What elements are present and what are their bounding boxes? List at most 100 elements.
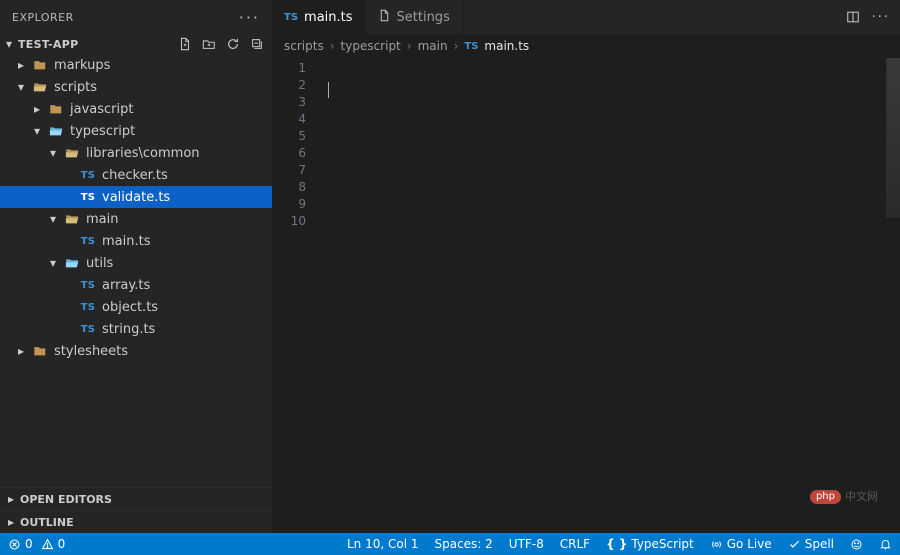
tree-folder[interactable]: ▾libraries\common bbox=[0, 142, 272, 164]
ts-icon: TS bbox=[80, 280, 96, 291]
status-bar: 0 0 Ln 10, Col 1 Spaces: 2 UTF-8 CRLF { … bbox=[0, 533, 900, 555]
errors-count: 0 bbox=[25, 537, 33, 551]
tree-item-label: markups bbox=[54, 58, 110, 73]
chevron-right-icon: ▸ bbox=[16, 58, 26, 72]
status-line-col[interactable]: Ln 10, Col 1 bbox=[339, 533, 427, 555]
tree-file[interactable]: TSchecker.ts bbox=[0, 164, 272, 186]
line-number: 5 bbox=[272, 128, 306, 145]
status-warnings[interactable]: 0 bbox=[41, 533, 74, 555]
tab-settings[interactable]: Settings bbox=[366, 0, 463, 34]
tab-main-ts[interactable]: TS main.ts bbox=[272, 0, 366, 34]
line-number: 1 bbox=[272, 60, 306, 77]
open-editors-panel[interactable]: ▸ OPEN EDITORS bbox=[0, 487, 272, 510]
chevron-right-icon: ▸ bbox=[6, 492, 16, 506]
tab-bar: TS main.ts Settings ··· bbox=[272, 0, 900, 34]
outline-panel[interactable]: ▸ OUTLINE bbox=[0, 510, 272, 533]
file-tree[interactable]: ▸ markups ▾ scripts ▸ javascript ▾typescript▾l… bbox=[0, 54, 272, 487]
tab-label: main.ts bbox=[304, 10, 352, 25]
status-spaces[interactable]: Spaces: 2 bbox=[426, 533, 500, 555]
line-number: 2 bbox=[272, 77, 306, 94]
status-encoding[interactable]: UTF-8 bbox=[501, 533, 552, 555]
warnings-count: 0 bbox=[58, 537, 66, 551]
explorer-title: EXPLORER bbox=[12, 11, 74, 24]
line-number: 8 bbox=[272, 179, 306, 196]
breadcrumb-part[interactable]: main bbox=[418, 39, 448, 53]
folder-open-icon bbox=[48, 124, 64, 138]
chevron-right-icon: › bbox=[407, 39, 412, 53]
collapse-all-icon[interactable] bbox=[250, 37, 264, 51]
tree-file[interactable]: TSstring.ts bbox=[0, 318, 272, 340]
new-folder-icon[interactable] bbox=[202, 37, 216, 51]
status-spell[interactable]: Spell bbox=[780, 533, 842, 555]
code-area[interactable]: 12345678910 php 中文网 bbox=[272, 58, 900, 533]
tree-file[interactable]: TS main.ts bbox=[0, 230, 272, 252]
line-number-gutter: 12345678910 bbox=[272, 58, 320, 533]
tree-item-label: javascript bbox=[70, 102, 133, 117]
ts-icon: TS bbox=[80, 324, 96, 335]
line-number: 10 bbox=[272, 213, 306, 230]
chevron-down-icon: ▾ bbox=[48, 146, 58, 160]
line-number: 4 bbox=[272, 111, 306, 128]
new-file-icon[interactable] bbox=[178, 37, 192, 51]
tree-folder[interactable]: ▾ main bbox=[0, 208, 272, 230]
tree-folder[interactable]: ▾utils bbox=[0, 252, 272, 274]
chevron-right-icon: ▸ bbox=[6, 515, 16, 529]
tree-item-label: validate.ts bbox=[102, 190, 170, 205]
open-editors-label: OPEN EDITORS bbox=[20, 493, 112, 506]
chevron-right-icon: › bbox=[330, 39, 335, 53]
tree-item-label: main.ts bbox=[102, 234, 150, 249]
status-errors[interactable]: 0 bbox=[0, 533, 41, 555]
chevron-down-icon: ▾ bbox=[4, 37, 14, 51]
tree-file[interactable]: TS array.ts bbox=[0, 274, 272, 296]
line-number: 7 bbox=[272, 162, 306, 179]
chevron-right-icon: › bbox=[454, 39, 459, 53]
status-bell-icon[interactable] bbox=[871, 533, 900, 555]
tree-folder[interactable]: ▸ markups bbox=[0, 54, 272, 76]
ts-icon: TS bbox=[80, 302, 96, 313]
status-go-live[interactable]: Go Live bbox=[702, 533, 780, 555]
chevron-right-icon: ▸ bbox=[16, 344, 26, 358]
tree-item-label: main bbox=[86, 212, 118, 227]
status-eol[interactable]: CRLF bbox=[552, 533, 598, 555]
tree-file[interactable]: TS validate.ts bbox=[0, 186, 272, 208]
breadcrumb-part[interactable]: typescript bbox=[341, 39, 401, 53]
tree-item-label: object.ts bbox=[102, 300, 158, 315]
editor-pane: TS main.ts Settings ··· scripts › typescri… bbox=[272, 0, 900, 533]
chevron-down-icon: ▾ bbox=[16, 80, 26, 94]
minimap[interactable] bbox=[886, 58, 900, 218]
tree-item-label: checker.ts bbox=[102, 168, 168, 183]
refresh-icon[interactable] bbox=[226, 37, 240, 51]
breadcrumb-file[interactable]: main.ts bbox=[484, 39, 529, 53]
ts-icon: TS bbox=[80, 192, 96, 203]
explorer-more-icon[interactable]: ··· bbox=[239, 8, 260, 27]
breadcrumb-part[interactable]: scripts bbox=[284, 39, 324, 53]
chevron-right-icon: ▸ bbox=[32, 102, 42, 116]
tree-item-label: stylesheets bbox=[54, 344, 128, 359]
tab-label: Settings bbox=[397, 10, 450, 25]
folder-open-icon bbox=[64, 146, 80, 160]
tree-folder[interactable]: ▾typescript bbox=[0, 120, 272, 142]
split-editor-icon[interactable] bbox=[846, 10, 860, 24]
tree-folder[interactable]: ▾ scripts bbox=[0, 76, 272, 98]
chevron-down-icon: ▾ bbox=[48, 212, 58, 226]
tree-file[interactable]: TS object.ts bbox=[0, 296, 272, 318]
project-section-header[interactable]: ▾ TEST-APP bbox=[0, 34, 272, 54]
status-language[interactable]: { }TypeScript bbox=[598, 533, 702, 555]
tree-folder[interactable]: ▸ stylesheets bbox=[0, 340, 272, 362]
editor-more-icon[interactable]: ··· bbox=[872, 10, 890, 25]
chevron-down-icon: ▾ bbox=[32, 124, 42, 138]
line-number: 3 bbox=[272, 94, 306, 111]
tree-item-label: array.ts bbox=[102, 278, 150, 293]
status-feedback-icon[interactable] bbox=[842, 533, 871, 555]
folder-icon bbox=[48, 102, 64, 116]
tree-folder[interactable]: ▸ javascript bbox=[0, 98, 272, 120]
breadcrumbs[interactable]: scripts › typescript › main › TS main.ts bbox=[272, 34, 900, 58]
code-body[interactable] bbox=[320, 58, 900, 533]
outline-label: OUTLINE bbox=[20, 516, 74, 529]
braces-icon: { } bbox=[606, 537, 627, 551]
ts-icon: TS bbox=[80, 236, 96, 247]
project-name: TEST-APP bbox=[18, 38, 174, 51]
tree-item-label: scripts bbox=[54, 80, 97, 95]
ts-icon: TS bbox=[464, 41, 478, 52]
ts-icon: TS bbox=[284, 12, 298, 23]
